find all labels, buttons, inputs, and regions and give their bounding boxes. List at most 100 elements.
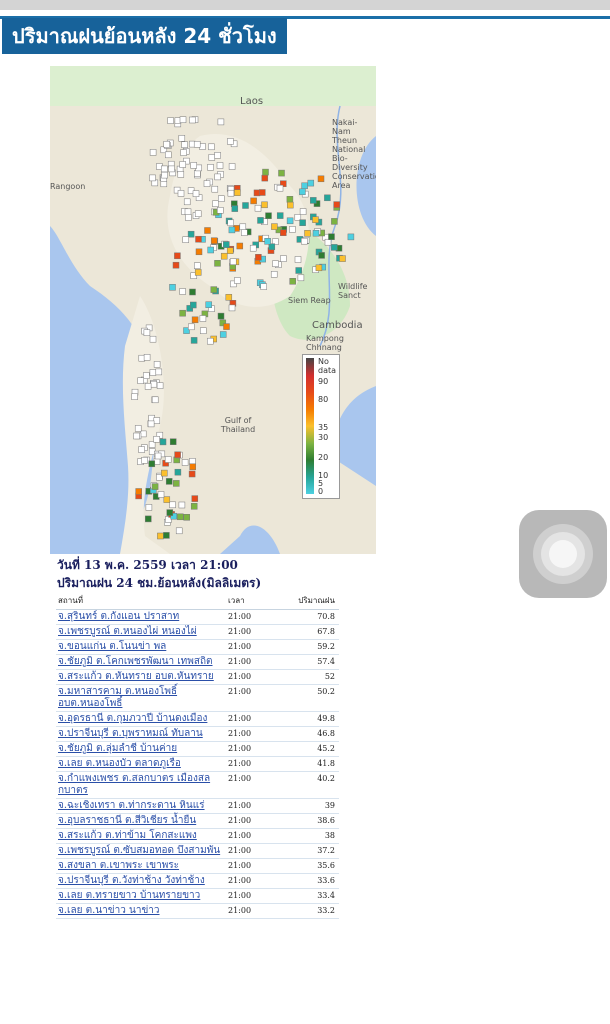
station-marker [262, 168, 269, 176]
station-link[interactable]: จ.ชัยภูมิ ต.ลุ่มลำชี บ้านค่าย [56, 741, 226, 757]
station-marker [264, 238, 271, 245]
station-marker [280, 229, 287, 236]
station-marker [150, 380, 158, 388]
rain-cell: 46.8 [288, 726, 339, 742]
station-link[interactable]: จ.อุบลราชธานี ต.สีวิเชียร น้ำยืน [56, 813, 226, 829]
time-cell: 21:00 [226, 741, 288, 757]
station-link[interactable]: จ.อุดรธานี ต.กุมภวาปี บ้านดงเมือง [56, 711, 226, 727]
station-marker [145, 504, 153, 511]
station-marker [149, 335, 157, 343]
station-marker [192, 190, 200, 197]
table-row: จ.ฉะเชิงเทรา ต.ท่ากระดาน หินแร่ 21:00 39 [56, 798, 339, 814]
table-title: ปริมาณฝน 24 ชม.ย้อนหลัง(มิลลิเมตร) [57, 576, 262, 590]
station-marker [312, 229, 320, 237]
station-link[interactable]: จ.ชัยภูมิ ต.โคกเพชรพัฒนา เทพสถิต [56, 654, 226, 670]
place-label: Kampong Chhnang [306, 334, 344, 352]
table-header-row: สถานที่ เวลา ปริมาณฝน [56, 592, 339, 610]
table-row: จ.ปราจีนบุรี ต.บุพราหมณ์ ทับลาน 21:00 46.8 [56, 726, 339, 742]
station-link[interactable]: จ.ขอนแก่น ต.โนนข่า พล [56, 639, 226, 655]
station-marker [190, 162, 197, 169]
station-marker [148, 460, 156, 468]
station-link[interactable]: จ.สระแก้ว ต.หันทราย อบต.หันทราย [56, 669, 226, 685]
place-label: Wildlife Sanct [338, 282, 368, 300]
table-row: จ.อุดรธานี ต.กุมภวาปี บ้านดงเมือง 21:00 49… [56, 711, 339, 727]
table-row: จ.ขอนแก่น ต.โนนข่า พล 21:00 59.2 [56, 639, 339, 655]
station-marker [191, 316, 199, 324]
table-row: จ.ชัยภูมิ ต.โคกเพชรพัฒนา เทพสถิต 21:00 57.… [56, 654, 339, 670]
station-link[interactable]: จ.เลย ต.หนองบัว ตลาดภูเรือ [56, 756, 226, 772]
station-marker [164, 456, 172, 463]
station-marker [133, 432, 140, 440]
station-marker [194, 210, 202, 217]
station-marker [211, 185, 219, 193]
place-label: Laos [240, 96, 264, 107]
rain-cell: 52 [288, 669, 339, 685]
table-row: จ.สระแก้ว ต.หันทราย อบต.หันทราย 21:00 52 [56, 669, 339, 685]
table-row: จ.เลย ต.นาข่าว นาข่าว 21:00 33.2 [56, 903, 339, 919]
station-link[interactable]: จ.เลย ต.ทรายขาว บ้านทรายขาว [56, 888, 226, 904]
table-row: จ.ปราจีนบุรี ต.วังท่าช้าง วังท่าช้าง 21:0… [56, 873, 339, 889]
station-marker [138, 446, 145, 453]
station-marker [227, 189, 235, 197]
station-marker [207, 164, 214, 171]
station-link[interactable]: จ.เพชรบูรณ์ ต.ซับสมอทอด บึงสามพัน [56, 843, 226, 859]
station-marker [180, 149, 187, 156]
station-marker [205, 301, 212, 308]
station-marker [280, 255, 287, 262]
station-marker [184, 208, 192, 216]
station-marker [185, 214, 192, 221]
station-marker [200, 327, 207, 334]
station-marker [229, 258, 237, 265]
station-marker [261, 201, 268, 209]
table-row: จ.เลย ต.หนองบัว ตลาดภูเรือ 21:00 41.8 [56, 756, 339, 772]
station-marker [153, 361, 161, 368]
station-marker [145, 515, 152, 523]
table-row: จ.เพชรบูรณ์ ต.หนองไผ่ หนองไผ่ 21:00 67.8 [56, 624, 339, 640]
station-marker [166, 509, 174, 516]
rainfall-map[interactable]: Laos Nakai-Nam Theun National Bio-Divers… [50, 66, 376, 554]
station-link[interactable]: จ.เลย ต.นาข่าว นาข่าว [56, 903, 226, 919]
station-marker [289, 226, 296, 233]
station-link[interactable]: จ.ปราจีนบุรี ต.บุพราหมณ์ ทับลาน [56, 726, 226, 742]
station-link[interactable]: จ.สระแก้ว ต.ท่าข้าม โคกสะแพง [56, 828, 226, 844]
station-marker [151, 483, 159, 490]
station-marker [210, 286, 218, 293]
station-marker [193, 141, 201, 148]
station-marker [324, 238, 332, 246]
station-marker [153, 417, 161, 424]
station-link[interactable]: จ.สงขลา ต.เขาพระ เขาพระ [56, 858, 226, 874]
station-marker [157, 532, 164, 540]
station-marker [134, 425, 142, 432]
station-marker [194, 269, 202, 276]
station-link[interactable]: จ.ฉะเชิงเทรา ต.ท่ากระดาน หินแร่ [56, 798, 226, 814]
station-marker [254, 204, 262, 212]
station-marker [312, 216, 319, 223]
station-marker [347, 233, 355, 241]
station-marker [265, 212, 272, 219]
rain-cell: 38.6 [288, 813, 339, 829]
time-cell: 21:00 [226, 711, 288, 727]
table-row: จ.เลย ต.ทรายขาว บ้านทรายขาว 21:00 33.4 [56, 888, 339, 904]
station-marker [210, 237, 218, 244]
station-marker [144, 383, 152, 390]
rain-cell: 50.2 [288, 684, 339, 712]
station-marker [189, 288, 196, 296]
station-marker [131, 393, 138, 400]
rain-cell: 35.6 [288, 858, 339, 874]
legend-color-bar [306, 358, 314, 494]
station-marker [324, 194, 331, 202]
station-link[interactable]: จ.กำแพงเพชร ต.สลกบาตร เมืองสลกบาตร [56, 771, 226, 799]
station-marker [278, 169, 285, 177]
station-marker [218, 195, 225, 202]
table-row: จ.สงขลา ต.เขาพระ เขาพระ 21:00 35.6 [56, 858, 339, 874]
station-link[interactable]: จ.ปราจีนบุรี ต.วังท่าช้าง วังท่าช้าง [56, 873, 226, 889]
station-link[interactable]: จ.มหาสารคาม ต.หนองโพธิ์ อบต.หนองโพธิ์ [56, 684, 226, 712]
rain-cell: 41.8 [288, 756, 339, 772]
assistive-touch-button[interactable] [519, 510, 607, 598]
station-link[interactable]: จ.เพชรบูรณ์ ต.หนองไผ่ หนองไผ่ [56, 624, 226, 640]
station-marker [255, 254, 262, 261]
station-marker [272, 260, 279, 267]
station-marker [177, 171, 185, 178]
station-link[interactable]: จ.สุรินทร์ ต.กังแอน ปราสาท [56, 609, 226, 625]
station-marker [295, 267, 302, 274]
